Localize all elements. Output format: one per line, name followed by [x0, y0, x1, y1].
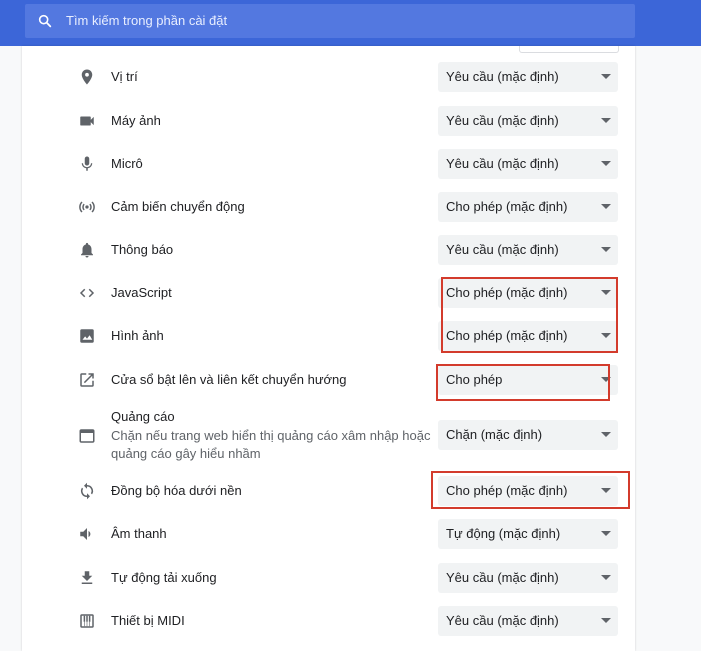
setting-description-ads-line2: quảng cáo gây hiểu nhầm	[111, 446, 261, 461]
sound-dropdown[interactable]: Tự động (mặc định)	[438, 519, 618, 549]
sync-icon	[80, 482, 94, 500]
setting-label-automatic-downloads: Tự động tải xuống	[111, 570, 217, 585]
location-pin-icon	[81, 69, 93, 85]
setting-label-background-sync: Đồng bộ hóa dưới nền	[111, 483, 242, 498]
automatic-downloads-dropdown[interactable]: Yêu cầu (mặc định)	[438, 563, 618, 593]
search-icon	[38, 14, 52, 28]
microphone-dropdown-value: Yêu cầu (mặc định)	[446, 156, 559, 171]
camera-dropdown-value: Yêu cầu (mặc định)	[446, 113, 559, 128]
setting-label-motion-sensors: Cảm biến chuyển động	[111, 199, 245, 214]
setting-row-automatic-downloads: Tự động tải xuống Yêu cầu (mặc định)	[0, 563, 701, 593]
setting-label-sound: Âm thanh	[111, 526, 167, 541]
automatic-downloads-dropdown-value: Yêu cầu (mặc định)	[446, 570, 559, 585]
setting-row-notifications: Thông báo Yêu cầu (mặc định)	[0, 235, 701, 265]
microphone-icon	[81, 156, 93, 171]
setting-label-images: Hình ảnh	[111, 328, 164, 343]
midi-devices-dropdown-value: Yêu cầu (mặc định)	[446, 613, 559, 628]
camera-icon	[80, 116, 94, 126]
motion-sensors-dropdown[interactable]: Cho phép (mặc định)	[438, 192, 618, 222]
notifications-dropdown-value: Yêu cầu (mặc định)	[446, 242, 559, 257]
chevron-down-icon	[601, 531, 611, 536]
image-icon	[80, 329, 94, 343]
code-brackets-icon	[79, 288, 95, 298]
chevron-down-icon	[601, 618, 611, 623]
ads-window-icon	[79, 429, 95, 443]
setting-row-camera: Máy ảnh Yêu cầu (mặc định)	[0, 106, 701, 136]
motion-sensors-dropdown-value: Cho phép (mặc định)	[446, 199, 568, 214]
top-bar: Tìm kiếm trong phần cài đặt	[0, 0, 701, 46]
setting-label-ads: Quảng cáo	[111, 409, 175, 424]
midi-devices-dropdown[interactable]: Yêu cầu (mặc định)	[438, 606, 618, 636]
setting-label-location: Vị trí	[111, 69, 138, 84]
search-input[interactable]: Tìm kiếm trong phần cài đặt	[66, 13, 227, 28]
highlight-box-popups	[436, 364, 610, 401]
location-dropdown[interactable]: Yêu cầu (mặc định)	[438, 62, 618, 92]
camera-dropdown[interactable]: Yêu cầu (mặc định)	[438, 106, 618, 136]
setting-row-midi-devices: Thiết bị MIDI Yêu cầu (mặc định)	[0, 606, 701, 636]
setting-label-popups: Cửa sổ bật lên và liên kết chuyển hướng	[111, 372, 347, 387]
setting-row-microphone: Micrô Yêu cầu (mặc định)	[0, 149, 701, 179]
open-in-new-icon	[80, 373, 94, 387]
notifications-dropdown[interactable]: Yêu cầu (mặc định)	[438, 235, 618, 265]
chevron-down-icon	[601, 247, 611, 252]
piano-icon	[80, 614, 94, 628]
microphone-dropdown[interactable]: Yêu cầu (mặc định)	[438, 149, 618, 179]
bell-icon	[81, 242, 93, 258]
motion-sensor-icon	[79, 201, 95, 213]
download-icon	[81, 571, 93, 584]
setting-row-location: Vị trí Yêu cầu (mặc định)	[0, 62, 701, 92]
settings-search-box[interactable]: Tìm kiếm trong phần cài đặt	[25, 4, 635, 38]
setting-label-javascript: JavaScript	[111, 285, 172, 300]
setting-label-camera: Máy ảnh	[111, 113, 161, 128]
ads-dropdown[interactable]: Chặn (mặc định)	[438, 420, 618, 450]
chevron-down-icon	[601, 432, 611, 437]
setting-label-notifications: Thông báo	[111, 242, 174, 257]
setting-row-ads: Quảng cáo Chặn nếu trang web hiển thị qu…	[0, 408, 701, 462]
previous-dropdown-edge	[519, 46, 619, 53]
highlight-box-javascript-images	[441, 277, 618, 353]
ads-dropdown-value: Chặn (mặc định)	[446, 427, 543, 442]
setting-row-motion-sensors: Cảm biến chuyển động Cho phép (mặc định)	[0, 192, 701, 222]
setting-description-ads-line1: Chặn nếu trang web hiển thị quảng cáo xâ…	[111, 428, 431, 443]
chevron-down-icon	[601, 118, 611, 123]
setting-label-midi-devices: Thiết bị MIDI	[111, 613, 185, 628]
chevron-down-icon	[601, 204, 611, 209]
location-dropdown-value: Yêu cầu (mặc định)	[446, 69, 559, 84]
chevron-down-icon	[601, 161, 611, 166]
setting-row-sound: Âm thanh Tự động (mặc định)	[0, 519, 701, 549]
chevron-down-icon	[601, 575, 611, 580]
highlight-box-background-sync	[431, 471, 630, 509]
sound-dropdown-value: Tự động (mặc định)	[446, 526, 561, 541]
setting-label-microphone: Micrô	[111, 156, 143, 171]
speaker-icon	[80, 528, 91, 540]
chevron-down-icon	[601, 74, 611, 79]
